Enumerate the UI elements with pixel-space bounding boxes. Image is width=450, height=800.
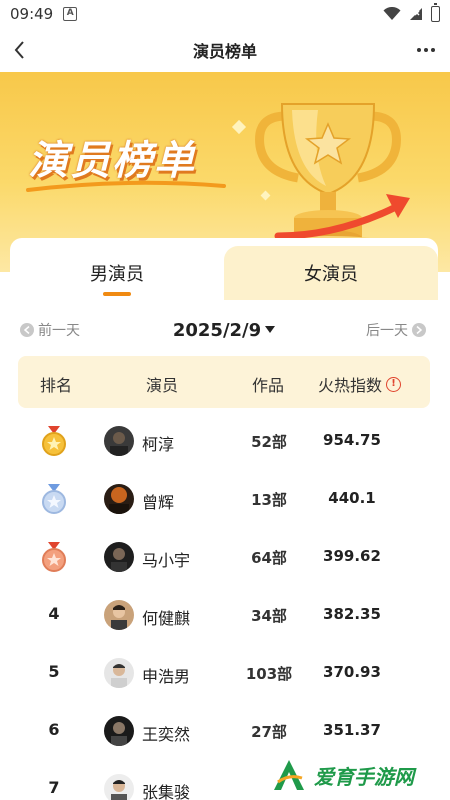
avatar bbox=[104, 716, 134, 746]
gold-medal-icon bbox=[42, 426, 66, 456]
table-row[interactable]: 4 何健麒 34部 382.35 bbox=[10, 586, 438, 644]
wifi-icon bbox=[383, 7, 401, 20]
date-picker[interactable]: 2025/2/9 bbox=[172, 319, 276, 341]
chevron-left-icon bbox=[14, 41, 24, 59]
status-time: 09:49 bbox=[10, 5, 54, 23]
date-selector: 前一天 2025/2/9 后一天 bbox=[10, 316, 438, 344]
chevron-right-circle-icon bbox=[412, 323, 426, 337]
caret-down-icon bbox=[265, 326, 276, 333]
table-row[interactable]: 马小宇 64部 399.62 bbox=[10, 528, 438, 586]
header-actor: 演员 bbox=[146, 376, 179, 395]
heat-index: 370.93 bbox=[323, 663, 381, 681]
actor-name: 申浩男 bbox=[142, 667, 191, 686]
actor-name: 柯淳 bbox=[142, 435, 175, 454]
back-button[interactable] bbox=[6, 36, 34, 64]
header-heat-label: 火热指数 bbox=[318, 376, 383, 395]
rank-number: 4 bbox=[48, 604, 60, 623]
avatar bbox=[104, 658, 134, 688]
more-button[interactable] bbox=[412, 36, 440, 64]
actor-name: 马小宇 bbox=[142, 551, 191, 570]
next-day-button[interactable]: 后一天 bbox=[366, 320, 426, 340]
more-dots-icon bbox=[417, 48, 435, 52]
site-watermark: 爱育手游网 bbox=[270, 752, 442, 798]
bronze-medal-icon bbox=[42, 542, 66, 572]
next-day-label: 后一天 bbox=[366, 323, 408, 339]
active-tab-indicator bbox=[103, 292, 131, 296]
works-count: 13部 bbox=[251, 491, 287, 509]
avatar bbox=[104, 426, 134, 456]
heat-index: 954.75 bbox=[323, 431, 381, 449]
heat-index: 351.37 bbox=[323, 721, 381, 739]
tab-label: 女演员 bbox=[304, 264, 358, 285]
table-row[interactable]: 柯淳 52部 954.75 bbox=[10, 412, 438, 470]
prev-day-button[interactable]: 前一天 bbox=[20, 320, 80, 340]
nav-bar: 演员榜单 bbox=[0, 28, 450, 72]
table-header: 排名 演员 作品 火热指数 ! bbox=[18, 356, 430, 408]
table-row[interactable]: 5 申浩男 103部 370.93 bbox=[10, 644, 438, 702]
status-icons bbox=[383, 3, 440, 22]
actor-name: 王奕然 bbox=[142, 725, 191, 744]
current-date: 2025/2/9 bbox=[172, 319, 262, 341]
works-count: 52部 bbox=[251, 433, 287, 451]
works-count: 34部 bbox=[251, 607, 287, 625]
ranking-list: 柯淳 52部 954.75 曾辉 13部 440.1 马小宇 64部 399.6… bbox=[10, 412, 438, 800]
prev-day-label: 前一天 bbox=[38, 323, 80, 339]
info-icon[interactable]: ! bbox=[386, 376, 402, 392]
avatar bbox=[104, 542, 134, 572]
works-count: 103部 bbox=[245, 665, 293, 683]
tab-female-actors[interactable]: 女演员 bbox=[224, 246, 438, 300]
rank-number: 7 bbox=[48, 778, 60, 797]
works-count: 27部 bbox=[251, 723, 287, 741]
status-bar: 09:49 A bbox=[0, 0, 450, 28]
avatar bbox=[104, 774, 134, 800]
actor-name: 张集骏 bbox=[142, 783, 191, 800]
sparkle-decoration bbox=[231, 119, 247, 135]
chevron-left-circle-icon bbox=[20, 323, 34, 337]
watermark-logo-icon bbox=[274, 760, 304, 790]
tab-male-actors[interactable]: 男演员 bbox=[10, 238, 224, 300]
header-rank: 排名 bbox=[40, 376, 73, 395]
avatar bbox=[104, 484, 134, 514]
page-title: 演员榜单 bbox=[192, 42, 257, 61]
rank-number: 5 bbox=[48, 662, 60, 681]
rank-number: 6 bbox=[48, 720, 60, 739]
avatar bbox=[104, 600, 134, 630]
table-row[interactable]: 曾辉 13部 440.1 bbox=[10, 470, 438, 528]
notification-icon: A bbox=[63, 7, 78, 21]
heat-index: 440.1 bbox=[328, 489, 376, 507]
signal-icon bbox=[410, 8, 422, 20]
heat-index: 382.35 bbox=[323, 605, 381, 623]
ranking-card: 男演员 女演员 前一天 2025/2/9 后一天 排名 演员 作品 火热指数 ! bbox=[10, 238, 438, 800]
actor-name: 何健麒 bbox=[142, 609, 191, 628]
watermark-text: 爱育手游网 bbox=[314, 764, 414, 789]
actor-name: 曾辉 bbox=[142, 493, 175, 512]
works-count: 64部 bbox=[251, 549, 287, 567]
battery-icon bbox=[431, 3, 440, 22]
silver-medal-icon bbox=[42, 484, 66, 514]
heat-index: 399.62 bbox=[323, 547, 381, 565]
header-heat: 火热指数 ! bbox=[318, 372, 402, 396]
banner-title: 演员榜单 bbox=[28, 138, 196, 184]
gender-tabs: 男演员 女演员 bbox=[10, 238, 438, 300]
tab-label: 男演员 bbox=[90, 264, 144, 285]
header-works: 作品 bbox=[252, 376, 285, 395]
banner-swoosh bbox=[26, 180, 226, 192]
